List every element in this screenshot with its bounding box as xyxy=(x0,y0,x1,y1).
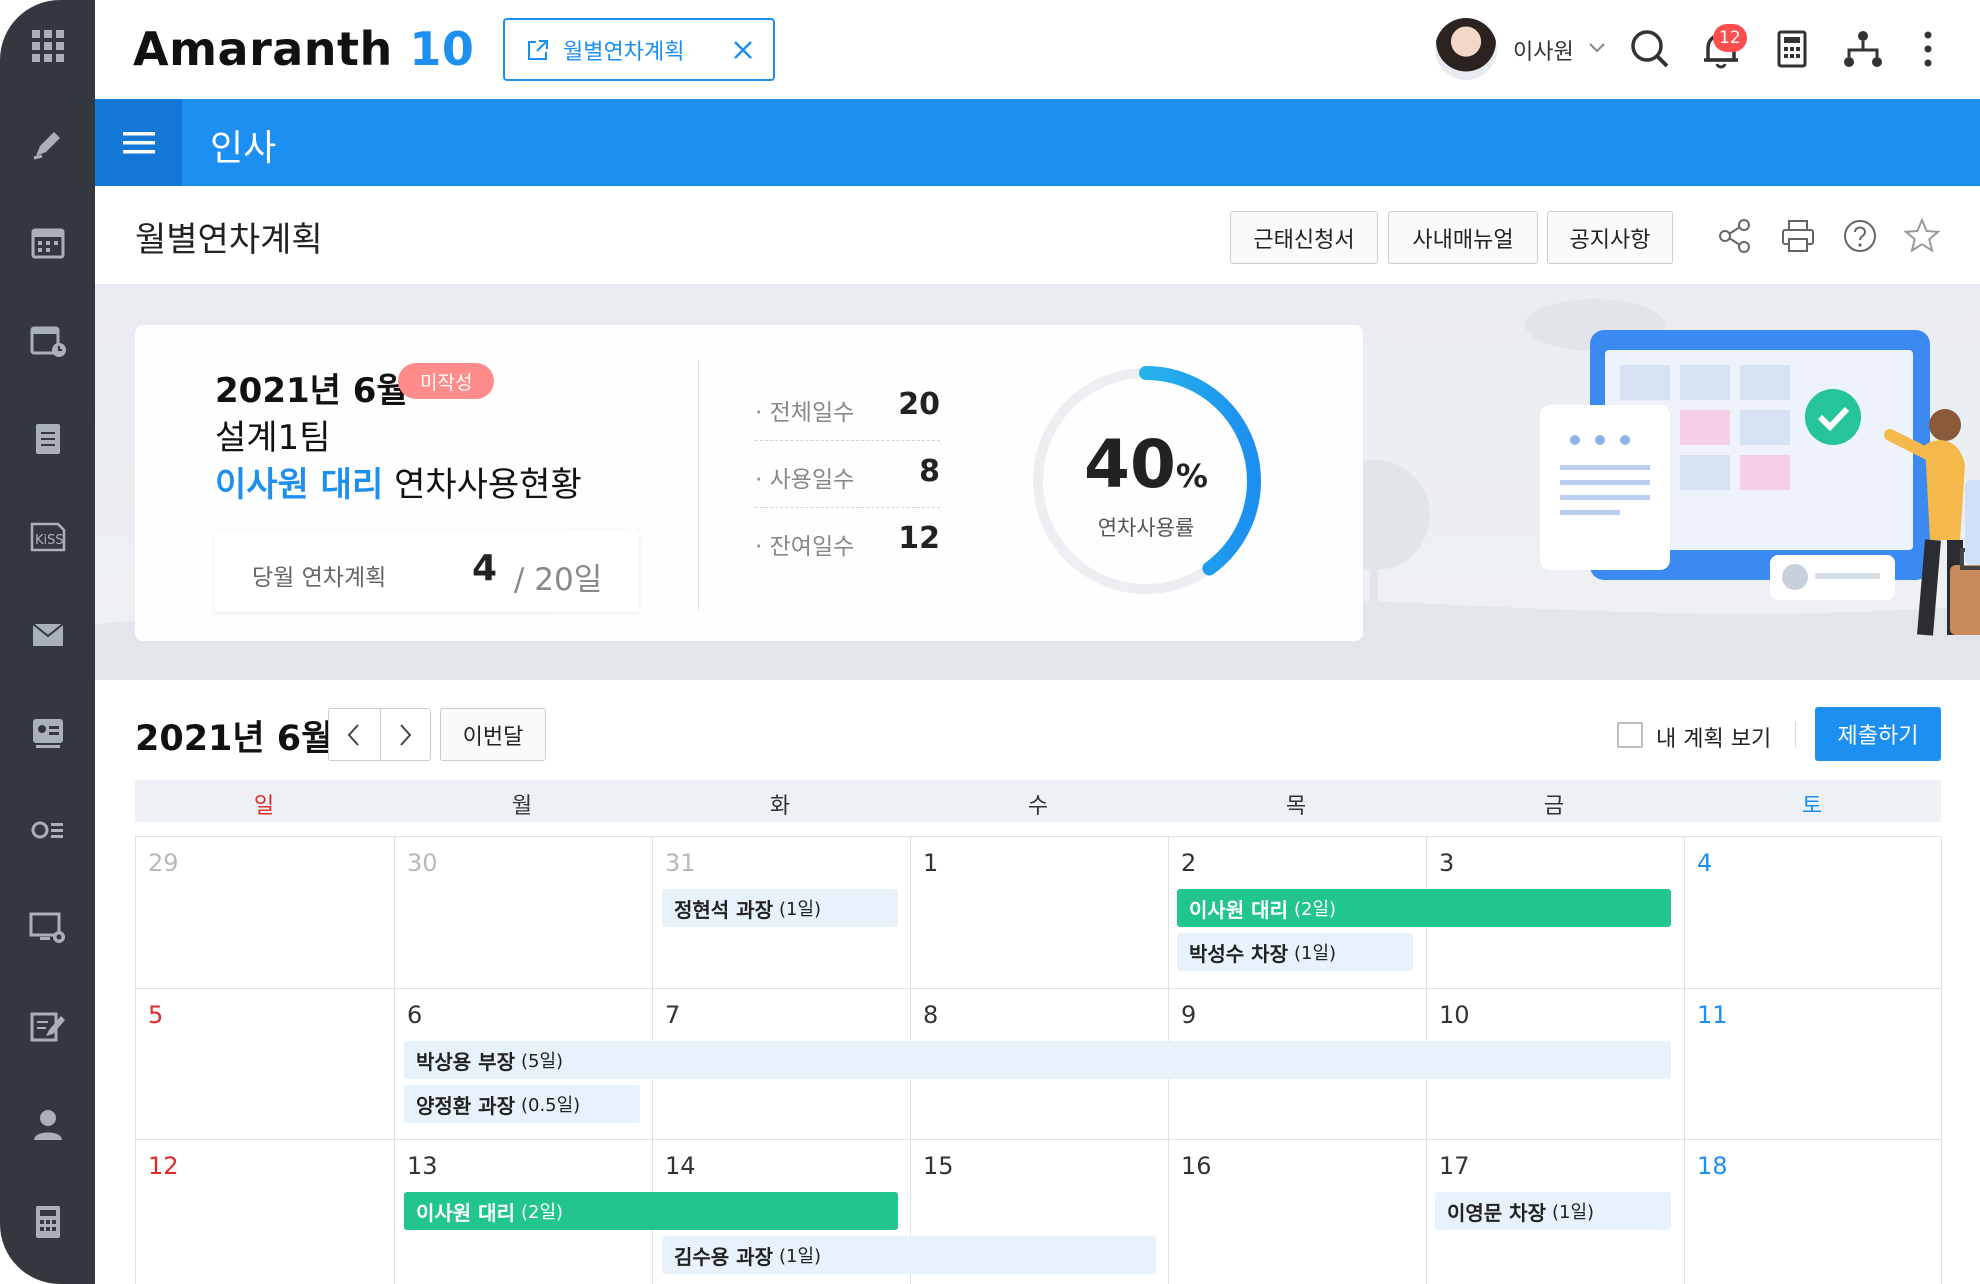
usage-label: 연차사용률 xyxy=(1097,516,1195,540)
month-nav xyxy=(328,708,431,761)
leave-event[interactable]: 이사원 대리 (2일) xyxy=(1177,889,1671,927)
star-icon[interactable] xyxy=(1902,216,1942,256)
stat-remaining: · 잔여일수 12 xyxy=(755,521,940,560)
leave-event[interactable]: 이영문 차장 (1일) xyxy=(1435,1192,1671,1230)
mail-icon[interactable] xyxy=(22,608,74,660)
leave-event[interactable]: 박상용 부장 (5일) xyxy=(404,1041,1671,1079)
status-badge: 미작성 xyxy=(398,363,495,399)
chevron-right-icon xyxy=(400,723,412,746)
notification-badge: 12 xyxy=(1713,24,1747,52)
stat-total: · 전체일수 20 xyxy=(755,375,940,441)
notice-button[interactable]: 공지사항 xyxy=(1547,211,1673,264)
svg-text:KiSS: KiSS xyxy=(35,533,64,548)
calendar-clock-icon[interactable] xyxy=(22,314,74,366)
search-icon[interactable] xyxy=(1627,26,1673,72)
this-month-button[interactable]: 이번달 xyxy=(440,708,546,761)
divider xyxy=(698,360,699,610)
employee-name: 이사원 대리 xyxy=(215,465,384,505)
leave-summary-section: 2021년 6월 미작성 설계1팀 이사원 대리 연차사용현황 당월 연차계획 … xyxy=(95,285,1980,680)
weekday-wed: 수 xyxy=(1027,794,1049,819)
weekday-sun: 일 xyxy=(253,794,275,819)
weekday-thu: 목 xyxy=(1285,794,1307,819)
attendance-request-button[interactable]: 근태신청서 xyxy=(1230,211,1378,264)
top-bar: Amaranth 10 월별연차계획 이사원 12 xyxy=(95,0,1980,99)
external-link-icon xyxy=(528,39,548,60)
open-tab-label: 월별연차계획 xyxy=(563,39,685,65)
toggle-list-icon[interactable] xyxy=(22,804,74,856)
hamburger-menu-button[interactable] xyxy=(95,99,182,186)
leave-event[interactable]: 김수용 과장 (1일) xyxy=(662,1236,1156,1274)
monitor-settings-icon[interactable] xyxy=(22,902,74,954)
weekday-tue: 화 xyxy=(769,794,791,819)
module-title: 인사 xyxy=(210,128,277,169)
weekday-header: 일 월 화 수 목 금 토 xyxy=(135,780,1941,822)
apps-grid-icon[interactable] xyxy=(22,20,74,72)
page-title: 월별연차계획 xyxy=(135,220,323,260)
chevron-left-icon xyxy=(347,723,359,746)
illustration xyxy=(1540,330,1980,636)
prev-month-button[interactable] xyxy=(329,709,380,760)
weekday-sat: 토 xyxy=(1801,794,1823,819)
user-name[interactable]: 이사원 xyxy=(1513,34,1574,66)
edit-document-icon[interactable] xyxy=(22,1000,74,1052)
help-icon[interactable] xyxy=(1840,216,1880,256)
calendar-month: 2021년 6월 xyxy=(135,719,334,759)
person-icon[interactable] xyxy=(22,1098,74,1150)
stat-used: · 사용일수 8 xyxy=(755,442,940,508)
chevron-down-icon[interactable] xyxy=(1588,40,1606,54)
calendar-icon[interactable] xyxy=(22,216,74,268)
logo[interactable]: Amaranth 10 xyxy=(133,22,474,76)
open-tab[interactable]: 월별연차계획 xyxy=(503,18,775,81)
leave-event[interactable]: 박성수 차장 (1일) xyxy=(1177,933,1413,971)
submit-button[interactable]: 제출하기 xyxy=(1815,707,1941,761)
day-cell[interactable]: 29 xyxy=(136,837,395,989)
day-cell[interactable]: 16 xyxy=(1169,1140,1427,1284)
calculator-icon[interactable] xyxy=(1769,26,1815,72)
pen-icon[interactable] xyxy=(22,118,74,170)
leave-event[interactable]: 정현석 과장 (1일) xyxy=(662,889,898,927)
day-cell[interactable]: 1 xyxy=(911,837,1169,989)
sidebar: KiSS xyxy=(0,0,95,1284)
weekday-mon: 월 xyxy=(511,794,533,819)
calendar-grid: 29 30 31 1 2 3 4 5 6 7 8 9 10 11 12 13 1… xyxy=(135,836,1942,1284)
module-header: 인사 xyxy=(95,99,1980,186)
divider xyxy=(1795,722,1796,748)
day-cell[interactable]: 30 xyxy=(395,837,653,989)
plan-label: 당월 연차계획 xyxy=(252,565,387,591)
next-month-button[interactable] xyxy=(379,709,431,760)
team-name: 설계1팀 xyxy=(215,418,331,458)
plan-total: / 20일 xyxy=(514,562,603,598)
avatar[interactable] xyxy=(1435,18,1497,80)
print-icon[interactable] xyxy=(1778,216,1818,256)
company-manual-button[interactable]: 사내매뉴얼 xyxy=(1388,211,1538,264)
page-title-row: 월별연차계획 근태신청서 사내매뉴얼 공지사항 xyxy=(95,186,1980,285)
kiss-icon[interactable]: KiSS xyxy=(22,510,74,562)
leave-event[interactable]: 이사원 대리 (2일) xyxy=(404,1192,898,1230)
day-cell[interactable]: 5 xyxy=(136,989,395,1140)
summary-date: 2021년 6월 xyxy=(215,371,408,411)
day-cell[interactable]: 12 xyxy=(136,1140,395,1284)
calculator-icon[interactable] xyxy=(22,1196,74,1248)
my-plan-label[interactable]: 내 계획 보기 xyxy=(1656,721,1771,753)
my-plan-checkbox[interactable] xyxy=(1617,722,1643,748)
clipboard-icon[interactable] xyxy=(22,412,74,464)
more-vertical-icon[interactable] xyxy=(1905,26,1951,72)
weekday-fri: 금 xyxy=(1543,794,1565,819)
monthly-plan-box: 당월 연차계획 4 / 20일 xyxy=(214,530,639,612)
usage-donut: 40% 연차사용률 xyxy=(1025,360,1267,602)
close-icon[interactable] xyxy=(729,36,757,64)
day-cell[interactable]: 4 xyxy=(1685,837,1942,989)
id-card-icon[interactable] xyxy=(22,706,74,758)
day-cell[interactable]: 11 xyxy=(1685,989,1942,1140)
hamburger-icon xyxy=(122,131,155,153)
day-cell[interactable]: 18 xyxy=(1685,1140,1942,1284)
leave-event[interactable]: 양정환 과장 (0.5일) xyxy=(404,1085,640,1123)
summary-card: 2021년 6월 미작성 설계1팀 이사원 대리 연차사용현황 당월 연차계획 … xyxy=(135,325,1363,641)
plan-value: 4 xyxy=(472,548,498,589)
org-chart-icon[interactable] xyxy=(1840,26,1886,72)
employee-heading: 이사원 대리 연차사용현황 xyxy=(215,465,582,505)
usage-percent: 40% xyxy=(1084,426,1208,503)
share-icon[interactable] xyxy=(1715,216,1755,256)
